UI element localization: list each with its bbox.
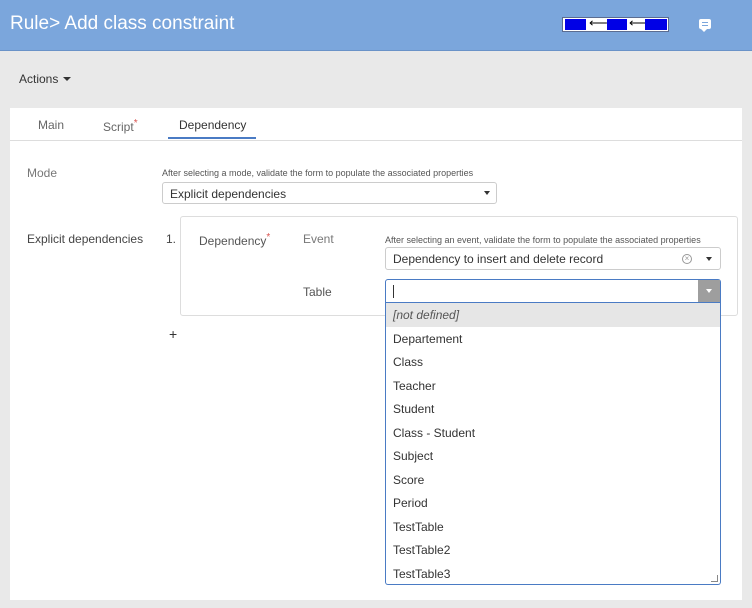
page-title: Rule> Add class constraint — [10, 13, 235, 34]
tab-main[interactable]: Main — [38, 118, 64, 132]
tab-bar: Main Script* Dependency — [10, 108, 742, 141]
actions-menu-button[interactable]: Actions — [19, 72, 72, 86]
debug-block — [645, 19, 667, 30]
option-departement[interactable]: Departement — [386, 327, 720, 351]
option-class[interactable]: Class — [386, 350, 720, 374]
option-testtable2[interactable]: TestTable2 — [386, 538, 720, 562]
app-header: Rule> Add class constraint ⟵ ⟵ — [0, 0, 752, 51]
event-help-text: After selecting an event, validate the f… — [385, 235, 701, 245]
event-select-value: Dependency to insert and delete record — [393, 252, 604, 266]
option-subject[interactable]: Subject — [386, 444, 720, 468]
option-student[interactable]: Student — [386, 397, 720, 421]
caret-down-icon — [484, 191, 490, 195]
option-period[interactable]: Period — [386, 491, 720, 515]
clear-icon[interactable]: × — [682, 254, 692, 264]
option-testtable3[interactable]: TestTable3 — [386, 562, 720, 586]
actions-label: Actions — [19, 72, 59, 86]
tab-dependency[interactable]: Dependency — [179, 118, 246, 132]
tab-script[interactable]: Script* — [103, 118, 138, 134]
dependency-label: Dependency* — [199, 232, 271, 248]
text-cursor — [393, 285, 394, 298]
mode-select-value: Explicit dependencies — [170, 187, 287, 201]
table-label: Table — [303, 285, 332, 299]
dependency-index: 1. — [166, 232, 177, 246]
table-dropdown-button[interactable] — [698, 280, 720, 302]
resize-grip-icon[interactable] — [711, 575, 718, 582]
required-marker: * — [266, 232, 271, 243]
caret-down-icon — [706, 257, 712, 261]
option-teacher[interactable]: Teacher — [386, 374, 720, 398]
required-marker: * — [133, 118, 138, 129]
chat-icon[interactable] — [699, 19, 711, 32]
option-score[interactable]: Score — [386, 468, 720, 492]
option-not-defined[interactable]: [not defined] — [386, 303, 720, 327]
table-select-input[interactable] — [385, 279, 721, 303]
form-panel: Main Script* Dependency Mode After selec… — [10, 108, 742, 600]
active-tab-indicator — [168, 137, 256, 139]
caret-down-icon — [63, 77, 72, 81]
table-options-list: [not defined] Departement Class Teacher … — [385, 303, 721, 585]
add-dependency-button[interactable]: + — [169, 326, 177, 342]
event-select[interactable]: Dependency to insert and delete record × — [385, 247, 721, 270]
mode-select[interactable]: Explicit dependencies — [162, 182, 497, 204]
caret-down-icon — [706, 289, 712, 293]
event-label: Event — [303, 232, 334, 246]
mode-label: Mode — [27, 166, 58, 180]
debug-indicator: ⟵ ⟵ — [562, 15, 669, 32]
mode-help-text: After selecting a mode, validate the for… — [162, 168, 474, 178]
option-testtable[interactable]: TestTable — [386, 515, 720, 539]
debug-block — [565, 19, 586, 30]
option-class-student[interactable]: Class - Student — [386, 421, 720, 445]
explicit-dependencies-label: Explicit dependencies — [27, 232, 144, 246]
left-arrow-icon: ⟵ — [589, 15, 608, 30]
debug-block — [607, 19, 627, 30]
